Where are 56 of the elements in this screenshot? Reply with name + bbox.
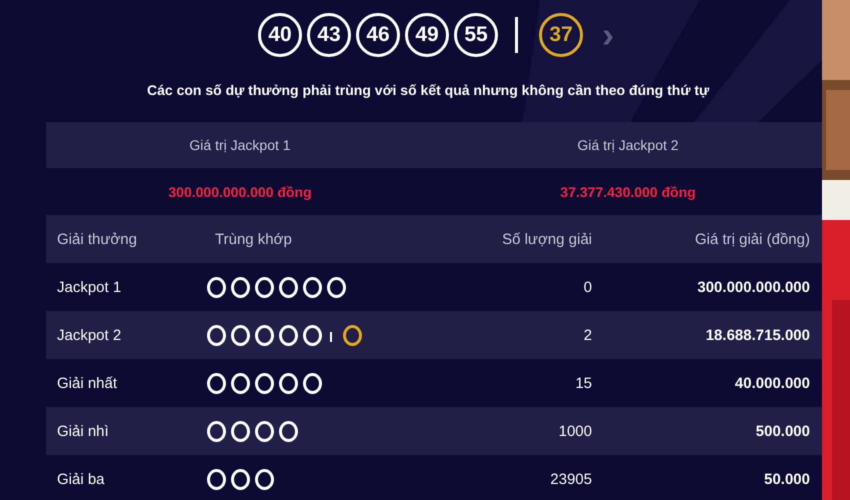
ring-icon <box>303 324 322 346</box>
prize-name: Giải nhất <box>56 374 118 392</box>
prize-value: 300.000.000.000 <box>696 278 811 296</box>
ring-icon <box>207 420 226 442</box>
jackpot-value: 37.377.430.000 đồng <box>559 184 697 200</box>
prize-count: 15 <box>574 374 593 392</box>
ring-icon <box>279 324 298 346</box>
prize-name: Jackpot 1 <box>56 278 122 296</box>
prize-value: 40.000.000 <box>734 374 811 392</box>
ring-icon <box>255 324 274 346</box>
bonus-ball: 37 <box>539 13 583 57</box>
ring-icon <box>231 420 250 442</box>
ring-icon <box>255 276 274 298</box>
ring-icon <box>279 276 298 298</box>
next-button[interactable]: › <box>602 17 614 53</box>
column-header: Giá trị giải (đồng) <box>694 230 811 248</box>
number-ball: 40 <box>258 13 302 57</box>
prize-name: Giải ba <box>56 470 106 488</box>
ring-icon <box>303 276 322 298</box>
ring-icon <box>255 420 274 442</box>
ring-icon <box>327 276 346 298</box>
ring-icon <box>303 372 322 394</box>
prize-name: Jackpot 2 <box>56 326 122 344</box>
prize-name: Giải nhì <box>56 422 110 440</box>
ring-icon <box>231 372 250 394</box>
ring-icon <box>207 324 226 346</box>
rules-note: Các con số dự thưởng phải trùng với số kết quả nhưng không cần theo đúng thứ tự <box>147 82 710 98</box>
ring-icon <box>279 372 298 394</box>
column-header: Số lượng giải <box>501 230 593 248</box>
number-ball: 55 <box>454 13 498 57</box>
prize-value: 18.688.715.000 <box>704 326 811 344</box>
prize-value: 500.000 <box>754 422 811 440</box>
number-ball: 43 <box>307 13 351 57</box>
ring-icon <box>279 420 298 442</box>
ring-icon <box>207 276 226 298</box>
ring-icon <box>207 372 226 394</box>
ring-icon <box>231 276 250 298</box>
number-ball: 46 <box>356 13 400 57</box>
separator-line <box>515 17 518 53</box>
bonus-ring-icon <box>343 324 362 346</box>
prize-value: 50.000 <box>763 470 811 488</box>
ring-icon <box>255 372 274 394</box>
jackpot-label: Giá trị Jackpot 1 <box>188 137 292 153</box>
prize-count: 2 <box>582 326 593 344</box>
ring-icon <box>207 468 226 490</box>
prize-count: 23905 <box>549 470 593 488</box>
prize-count: 1000 <box>558 422 593 440</box>
jackpot-label: Giá trị Jackpot 2 <box>576 137 680 153</box>
ring-icon <box>231 324 250 346</box>
jackpot-value: 300.000.000.000 đồng <box>167 184 313 200</box>
column-header: Trùng khớp <box>214 230 293 248</box>
column-header: Giải thưởng <box>56 230 138 248</box>
ring-icon <box>231 468 250 490</box>
ring-icon <box>255 468 274 490</box>
prize-count: 0 <box>582 278 593 296</box>
number-ball: 49 <box>405 13 449 57</box>
